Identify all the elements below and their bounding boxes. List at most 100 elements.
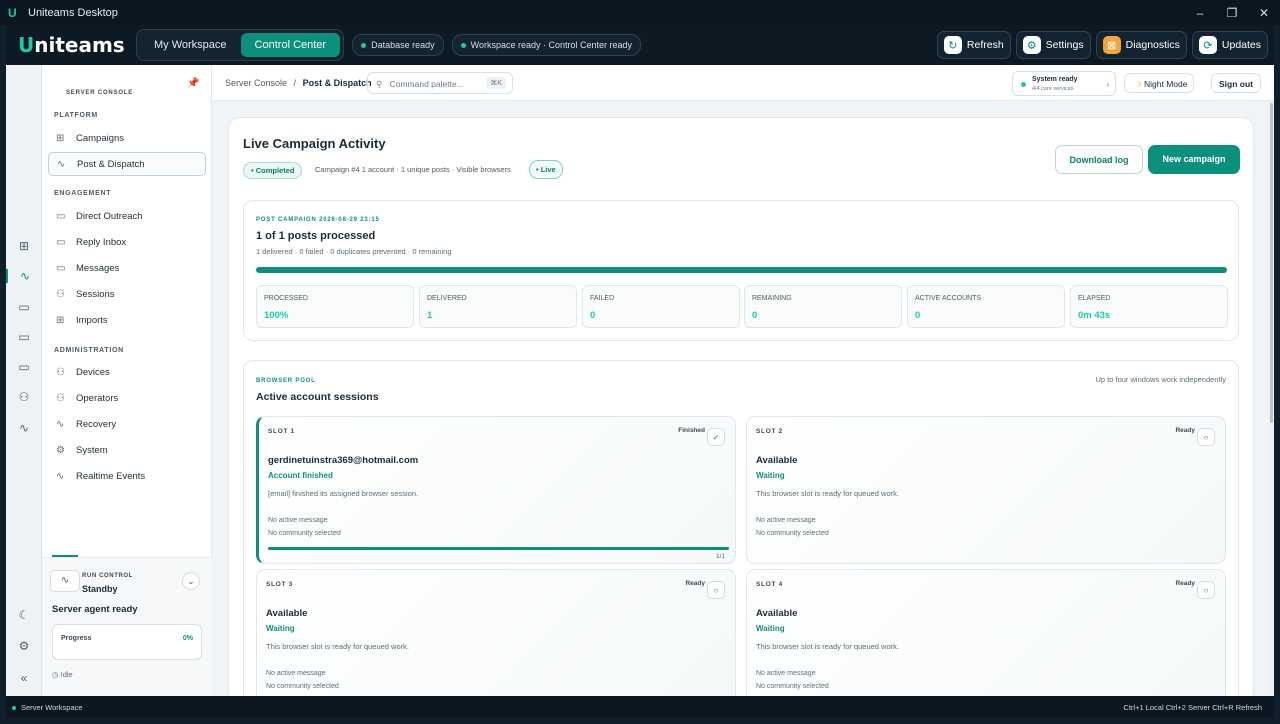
- idle-status: ◷ Idle: [52, 670, 73, 679]
- slot-state: Waiting: [756, 624, 785, 633]
- chevron-down-icon[interactable]: ⌄: [182, 572, 200, 590]
- slot-state: Waiting: [756, 471, 785, 480]
- breadcrumb-root[interactable]: Server Console: [225, 78, 287, 88]
- chat-icon[interactable]: ▭: [6, 330, 42, 344]
- updates-button[interactable]: ⟳ Updates: [1191, 31, 1268, 59]
- status-dot-icon: [460, 43, 466, 49]
- refresh-button[interactable]: ↻ Refresh: [936, 31, 1011, 59]
- slot-community: No community selected: [756, 530, 829, 537]
- slot-message: No active message: [756, 517, 816, 524]
- refresh-icon: ↻: [943, 36, 962, 54]
- circle-icon: ○: [1197, 428, 1215, 446]
- moon-icon: ☽: [1134, 79, 1142, 89]
- moon-icon[interactable]: ☾: [6, 608, 42, 622]
- sidebar-item-devices[interactable]: ⚇ Devices: [48, 360, 206, 384]
- pulse-icon[interactable]: ∿: [6, 269, 42, 283]
- sidebar-item-operators[interactable]: ⚇ Operators: [48, 386, 206, 410]
- sidebar-item-reply-inbox[interactable]: ▭ Reply Inbox: [48, 230, 206, 254]
- sign-out-button[interactable]: Sign out: [1211, 73, 1261, 93]
- status-badge: • Completed: [243, 162, 303, 179]
- settings-button[interactable]: ⚙ Settings: [1015, 31, 1091, 59]
- pin-icon[interactable]: 📌: [187, 78, 199, 89]
- breadcrumb-current: Post & Dispatch: [302, 78, 372, 88]
- stat-failed: FAILED 0: [582, 285, 740, 328]
- gear-icon: ⚙: [56, 444, 65, 456]
- workspace-switcher: My Workspace Control Center: [136, 29, 345, 61]
- slot-card-3: SLOT 3 Ready ○ Available Waiting This br…: [256, 569, 736, 696]
- browser-pool-title: Active account sessions: [256, 391, 379, 403]
- scrollbar-thumb[interactable]: [1270, 103, 1273, 423]
- slot-community: No community selected: [268, 530, 341, 537]
- diagnostics-button[interactable]: ⊠ Diagnostics: [1095, 31, 1187, 59]
- slot-card-2: SLOT 2 Ready ○ Available Waiting This br…: [746, 416, 1226, 564]
- grid-icon: ⊞: [56, 314, 65, 326]
- section-engagement: ENGAGEMENT: [54, 190, 112, 197]
- pulse-icon[interactable]: ∿: [6, 421, 42, 435]
- users-icon[interactable]: ⚇: [6, 390, 42, 404]
- sidebar-item-imports[interactable]: ⊞ Imports: [48, 308, 206, 332]
- database-status-pill: Database ready: [352, 34, 444, 56]
- clock-icon: ◷: [52, 670, 59, 679]
- run-progress: Progress 0%: [52, 624, 202, 660]
- maximize-button[interactable]: ❐: [1216, 6, 1248, 20]
- chat-icon: ▭: [56, 262, 66, 274]
- stat-active-accounts: ACTIVE ACCOUNTS 0: [907, 285, 1065, 328]
- command-palette-input[interactable]: ⚲ Command palette... ⌘K: [367, 72, 513, 94]
- sidebar-item-campaigns[interactable]: ⊞ Campaigns: [48, 126, 206, 150]
- slot-community: No community selected: [266, 683, 339, 690]
- sidebar-item-direct-outreach[interactable]: ▭ Direct Outreach: [48, 204, 206, 228]
- sidebar-item-recovery[interactable]: ∿ Recovery: [48, 412, 206, 436]
- slot-label: SLOT 4: [756, 581, 783, 588]
- campaign-meta: Campaign #4 1 account · 1 unique posts ·…: [315, 165, 511, 174]
- slot-message: No active message: [756, 670, 816, 677]
- sidebar-title: SERVER CONSOLE: [66, 90, 134, 96]
- collapse-icon[interactable]: «: [6, 671, 42, 685]
- activity-card: Live Campaign Activity • Completed Campa…: [228, 117, 1254, 696]
- slot-progress-fill: [268, 547, 729, 550]
- check-icon: ✓: [707, 428, 725, 446]
- slot-account-name: gerdinetuinstra369@hotmail.com: [268, 455, 419, 466]
- shortcut-badge: ⌘K: [486, 77, 506, 89]
- scrollbar[interactable]: [1269, 101, 1274, 696]
- chat-icon[interactable]: ▭: [6, 300, 42, 314]
- sidebar-item-sessions[interactable]: ⚇ Sessions: [48, 282, 206, 306]
- grid-icon: ⊞: [56, 132, 65, 144]
- grid-icon[interactable]: ⊞: [6, 239, 42, 253]
- page-title: Live Campaign Activity: [243, 136, 386, 151]
- workspace-status-pill: Workspace ready · Control Center ready: [451, 34, 642, 56]
- night-mode-button[interactable]: ☽ Night Mode: [1124, 73, 1194, 93]
- sidebar-item-system[interactable]: ⚙ System: [48, 438, 206, 462]
- status-dot-icon: [1021, 82, 1026, 87]
- close-button[interactable]: ✕: [1248, 6, 1280, 20]
- users-icon: ⚇: [56, 288, 65, 300]
- tab-my-workspace[interactable]: My Workspace: [140, 33, 241, 57]
- posts-summary: 1 delivered · 0 failed · 0 duplicates pr…: [256, 247, 452, 256]
- chat-icon: ▭: [56, 236, 66, 248]
- post-campaign-kicker: POST CAMPAIGN 2026-08-29 23:15: [256, 217, 380, 223]
- campaign-progress-fill: [256, 267, 1227, 273]
- post-campaign-panel: POST CAMPAIGN 2026-08-29 23:15 1 of 1 po…: [243, 200, 1239, 341]
- chat-icon[interactable]: ▭: [6, 360, 42, 374]
- section-platform: PLATFORM: [54, 112, 98, 119]
- slot-label: SLOT 3: [266, 581, 293, 588]
- shortcut-hints: Ctrl+1 Local Ctrl+2 Server Ctrl+R Refres…: [1123, 703, 1262, 712]
- system-status-button[interactable]: System ready 4/4 core services ›: [1012, 71, 1116, 96]
- run-control-title: RUN CONTROL: [82, 573, 133, 579]
- tab-control-center[interactable]: Control Center: [240, 33, 341, 57]
- browser-pool-kicker: BROWSER POOL: [256, 378, 316, 384]
- minimize-button[interactable]: –: [1184, 6, 1216, 20]
- sidebar-item-post-dispatch[interactable]: ∿ Post & Dispatch: [48, 152, 206, 176]
- slot-status: Finished: [678, 427, 705, 434]
- slot-community: No community selected: [756, 683, 829, 690]
- stat-processed: PROCESSED 100%: [256, 285, 414, 328]
- window-title: Uniteams Desktop: [28, 6, 118, 19]
- download-log-button[interactable]: Download log: [1055, 145, 1143, 174]
- gear-icon[interactable]: ⚙: [6, 639, 42, 653]
- new-campaign-button[interactable]: New campaign: [1148, 145, 1240, 174]
- sidebar-item-realtime-events[interactable]: ∿ Realtime Events: [48, 464, 206, 488]
- slot-count: 1/1: [715, 553, 725, 560]
- slot-label: SLOT 1: [268, 428, 295, 435]
- slot-card-4: SLOT 4 Ready ○ Available Waiting This br…: [746, 569, 1226, 696]
- sidebar-item-messages[interactable]: ▭ Messages: [48, 256, 206, 280]
- status-dot-icon: [12, 706, 16, 711]
